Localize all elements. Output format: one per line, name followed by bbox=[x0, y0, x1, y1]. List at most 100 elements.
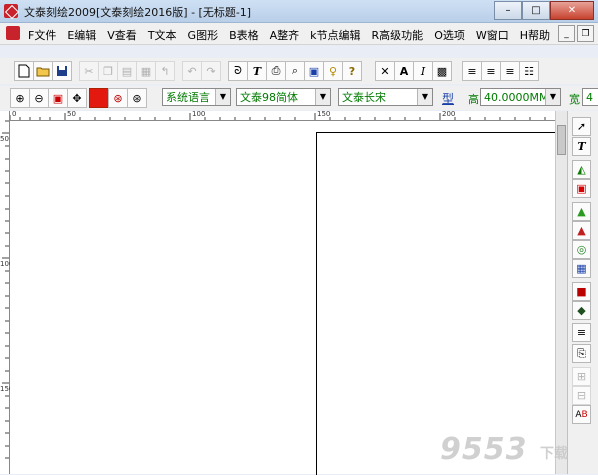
maximize-button[interactable]: □ bbox=[522, 1, 550, 20]
menu-file[interactable]: F文件 bbox=[28, 27, 56, 43]
vertical-ruler: 50 100 150 bbox=[0, 111, 13, 474]
width-value: 4 bbox=[586, 91, 593, 104]
zoom-page-icon[interactable]: ▣ bbox=[48, 88, 68, 108]
english-font-select[interactable]: 文泰长宋 ▼ bbox=[338, 88, 433, 106]
menu-graphics[interactable]: G图形 bbox=[188, 27, 219, 43]
justify-icon[interactable]: ☷ bbox=[519, 61, 539, 81]
node-tool-icon[interactable]: ✕ bbox=[375, 61, 395, 81]
text-box-icon[interactable]: ▩ bbox=[432, 61, 452, 81]
chevron-down-icon[interactable]: ▼ bbox=[315, 89, 330, 105]
copy-icon[interactable]: ❐ bbox=[98, 61, 118, 81]
width-label: 宽 bbox=[569, 93, 580, 106]
language-select[interactable]: 系统语言 ▼ bbox=[162, 88, 231, 106]
zoom-in-icon[interactable]: ⊕ bbox=[10, 88, 30, 108]
vertical-scrollbar[interactable] bbox=[555, 111, 567, 474]
mdi-minimize-button[interactable]: _ bbox=[558, 25, 575, 42]
align-left-icon[interactable]: ≡ bbox=[462, 61, 482, 81]
new-icon[interactable] bbox=[14, 61, 34, 81]
redo-icon[interactable]: ↷ bbox=[201, 61, 221, 81]
ruler-label: 150 bbox=[317, 110, 331, 118]
width-input[interactable]: 4 bbox=[582, 88, 598, 106]
text-tool-icon[interactable]: T bbox=[572, 137, 591, 156]
paragraph-icon[interactable]: ≡ bbox=[572, 323, 591, 342]
standard-toolbar: ✂ ❐ ▤ ▦ ↰ ↶ ↷ ᘐ T ⎙ ⌕ ▣ ♀ ? ✕ A I ▩ ≡ ≡ … bbox=[0, 58, 598, 84]
window-controls: – □ ✕ bbox=[494, 1, 594, 20]
chevron-down-icon[interactable]: ▼ bbox=[545, 89, 560, 105]
zoom-fit-icon[interactable]: ⊛ bbox=[108, 88, 128, 108]
paste-icon[interactable]: ▤ bbox=[117, 61, 137, 81]
undo-icon[interactable]: ↶ bbox=[182, 61, 202, 81]
menu-help[interactable]: H帮助 bbox=[520, 27, 550, 43]
page-icon[interactable]: ⎘ bbox=[572, 344, 591, 363]
brush-icon[interactable]: ◆ bbox=[572, 301, 591, 320]
layer-down-icon[interactable]: ⊟ bbox=[572, 386, 591, 405]
effects-icon[interactable]: ◎ bbox=[572, 240, 591, 259]
outline-color-icon[interactable]: ▲ bbox=[572, 221, 591, 240]
color-fill-icon[interactable] bbox=[89, 88, 109, 108]
ruler-label: 200 bbox=[442, 110, 456, 118]
select-arrow-icon[interactable]: ➚ bbox=[572, 117, 591, 136]
app-logo-icon[interactable] bbox=[4, 4, 18, 18]
minimize-button[interactable]: – bbox=[494, 1, 522, 20]
pan-icon[interactable]: ✥ bbox=[67, 88, 87, 108]
height-value: 40.0000MM bbox=[484, 91, 549, 104]
align-center-icon[interactable]: ≡ bbox=[481, 61, 501, 81]
zoom-all-icon[interactable]: ⊛ bbox=[127, 88, 147, 108]
output-icon[interactable]: ▣ bbox=[304, 61, 324, 81]
save-icon[interactable] bbox=[52, 61, 72, 81]
chevron-down-icon[interactable]: ▼ bbox=[215, 89, 230, 105]
zoom-out-icon[interactable]: ⊖ bbox=[29, 88, 49, 108]
type-button[interactable]: 型 bbox=[442, 90, 454, 107]
document-icon[interactable] bbox=[6, 26, 20, 40]
ruler-label: 0 bbox=[12, 110, 17, 118]
ruler-label: 100 bbox=[192, 110, 206, 118]
menu-bar: F文件 E编辑 V查看 T文本 G图形 B表格 A整齐 k节点编辑 R高级功能 … bbox=[0, 23, 598, 45]
chinese-font-value: 文泰98简体 bbox=[240, 91, 298, 104]
menu-edit[interactable]: E编辑 bbox=[67, 27, 96, 43]
color-palette-icon[interactable]: ■ bbox=[572, 282, 591, 301]
table-icon[interactable]: ▦ bbox=[572, 259, 591, 278]
menu-items: F文件 E编辑 V查看 T文本 G图形 B表格 A整齐 k节点编辑 R高级功能 … bbox=[28, 27, 561, 43]
whatshelp-icon[interactable]: ? bbox=[342, 61, 362, 81]
watermark-logo: 9553 bbox=[440, 432, 528, 467]
scrollbar-thumb[interactable] bbox=[557, 125, 566, 155]
menu-options[interactable]: O选项 bbox=[434, 27, 465, 43]
page-boundary bbox=[316, 132, 556, 475]
print-icon[interactable]: ⎙ bbox=[266, 61, 286, 81]
menu-advanced[interactable]: R高级功能 bbox=[372, 27, 424, 43]
italic-icon[interactable]: I bbox=[413, 61, 433, 81]
menu-text[interactable]: T文本 bbox=[148, 27, 177, 43]
menu-node-edit[interactable]: k节点编辑 bbox=[310, 27, 360, 43]
menu-view[interactable]: V查看 bbox=[107, 27, 137, 43]
horizontal-ruler: 0 50 100 150 200 bbox=[10, 110, 555, 121]
window-title: 文泰刻绘2009[文泰刻绘2016版] - [无标题-1] bbox=[24, 6, 252, 19]
drawing-canvas[interactable] bbox=[10, 121, 556, 475]
cut-icon[interactable]: ✂ bbox=[79, 61, 99, 81]
close-button[interactable]: ✕ bbox=[550, 1, 594, 20]
align-right-icon[interactable]: ≡ bbox=[500, 61, 520, 81]
undo-special-icon[interactable]: ↰ bbox=[155, 61, 175, 81]
tool-palette: ➚ T ◭ ▣ ▲ ▲ ◎ ▦ ■ ◆ ≡ ⎘ ⊞ ⊟ AB bbox=[567, 111, 598, 474]
menu-align[interactable]: A整齐 bbox=[270, 27, 300, 43]
watermark-sub: 下载 bbox=[540, 446, 568, 462]
chinese-font-select[interactable]: 文泰98简体 ▼ bbox=[236, 88, 331, 106]
language-value: 系统语言 bbox=[166, 91, 210, 104]
layer-up-icon[interactable]: ⊞ bbox=[572, 367, 591, 386]
rectangle-icon[interactable]: ▣ bbox=[572, 179, 591, 198]
fill-bucket-icon[interactable]: ▲ bbox=[572, 202, 591, 221]
mdi-restore-button[interactable]: ❐ bbox=[577, 25, 594, 42]
import-icon[interactable]: ᘐ bbox=[228, 61, 248, 81]
open-icon[interactable] bbox=[33, 61, 53, 81]
menu-window[interactable]: W窗口 bbox=[476, 27, 509, 43]
mdi-controls: _ ❐ bbox=[556, 25, 594, 42]
chevron-down-icon[interactable]: ▼ bbox=[417, 89, 432, 105]
text-fit-icon[interactable]: AB bbox=[572, 405, 591, 424]
print-preview-icon[interactable]: ⌕ bbox=[285, 61, 305, 81]
paste-special-icon[interactable]: ▦ bbox=[136, 61, 156, 81]
shape-edit-icon[interactable]: ◭ bbox=[572, 160, 591, 179]
menu-table[interactable]: B表格 bbox=[229, 27, 259, 43]
height-dropdown[interactable]: ▼ bbox=[545, 88, 561, 106]
help-bulb-icon[interactable]: ♀ bbox=[323, 61, 343, 81]
text-frame-icon[interactable]: T bbox=[247, 61, 267, 81]
outline-text-icon[interactable]: A bbox=[394, 61, 414, 81]
